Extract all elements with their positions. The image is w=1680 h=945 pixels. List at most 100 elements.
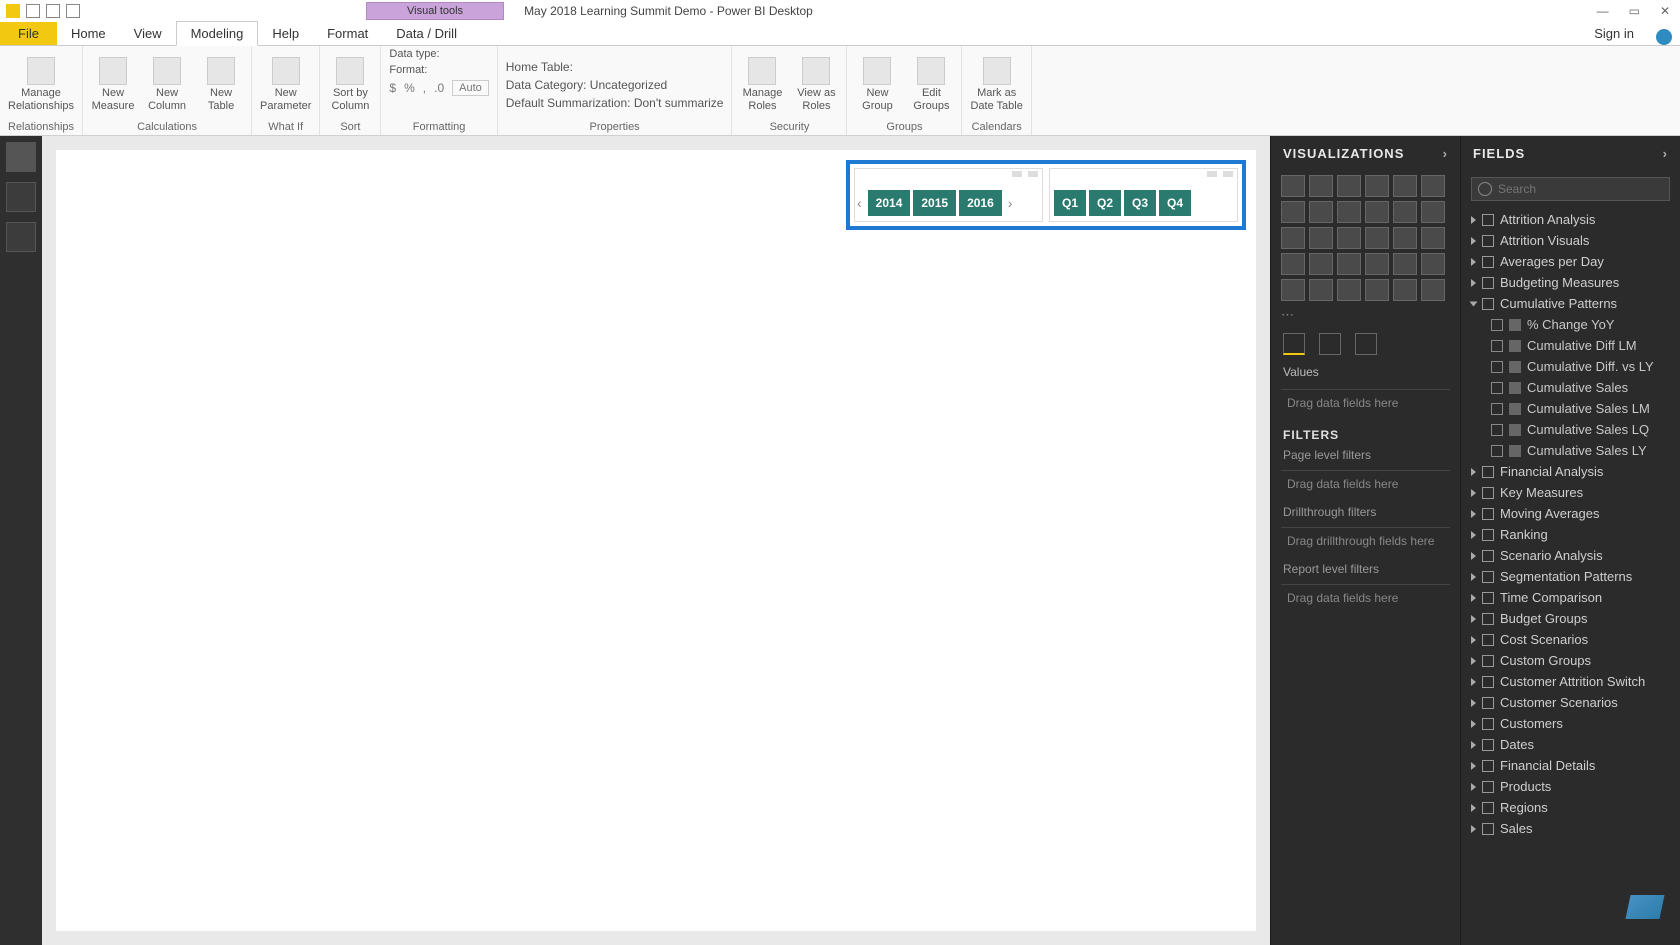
viz-type-button[interactable] bbox=[1281, 201, 1305, 223]
field-table-row[interactable]: Moving Averages bbox=[1461, 503, 1680, 524]
tab-format[interactable]: Format bbox=[313, 22, 382, 45]
field-row[interactable]: Cumulative Diff LM bbox=[1461, 335, 1680, 356]
comma-button[interactable]: , bbox=[423, 81, 426, 95]
field-checkbox[interactable] bbox=[1491, 319, 1503, 331]
collapse-icon[interactable]: › bbox=[1663, 146, 1668, 161]
field-row[interactable]: % Change YoY bbox=[1461, 314, 1680, 335]
viz-type-button[interactable] bbox=[1281, 279, 1305, 301]
field-table-row[interactable]: Budget Groups bbox=[1461, 608, 1680, 629]
viz-type-button[interactable] bbox=[1337, 201, 1361, 223]
viz-type-button[interactable] bbox=[1393, 201, 1417, 223]
year-slicer-item[interactable]: 2015 bbox=[913, 190, 956, 216]
quarter-slicer-item[interactable]: Q4 bbox=[1159, 190, 1191, 216]
percent-button[interactable]: % bbox=[404, 81, 415, 95]
field-table-row[interactable]: Customers bbox=[1461, 713, 1680, 734]
viz-type-button[interactable] bbox=[1421, 227, 1445, 249]
viz-type-button[interactable] bbox=[1309, 279, 1333, 301]
field-checkbox[interactable] bbox=[1491, 424, 1503, 436]
field-table-row[interactable]: Cumulative Patterns bbox=[1461, 293, 1680, 314]
data-category-dropdown[interactable]: Data Category: Uncategorized bbox=[506, 78, 724, 92]
decimal-auto-button[interactable]: Auto bbox=[452, 80, 489, 96]
more-options-icon[interactable] bbox=[1028, 171, 1038, 177]
field-checkbox[interactable] bbox=[1491, 445, 1503, 457]
new-table-button[interactable]: New Table bbox=[199, 57, 243, 111]
selected-visual-group[interactable]: ‹ 201420152016 › Q1Q2Q3Q4 bbox=[846, 160, 1246, 230]
field-row[interactable]: Cumulative Sales bbox=[1461, 377, 1680, 398]
viz-type-button[interactable] bbox=[1337, 227, 1361, 249]
viz-type-button[interactable] bbox=[1309, 175, 1333, 197]
field-table-row[interactable]: Customer Scenarios bbox=[1461, 692, 1680, 713]
decimal-decrease-icon[interactable]: .0 bbox=[434, 81, 444, 95]
view-as-roles-button[interactable]: View as Roles bbox=[794, 57, 838, 111]
minimize-icon[interactable]: — bbox=[1597, 4, 1609, 18]
redo-icon[interactable] bbox=[66, 4, 80, 18]
field-checkbox[interactable] bbox=[1491, 403, 1503, 415]
format-dropdown[interactable]: Format: bbox=[389, 64, 427, 76]
default-summarization-dropdown[interactable]: Default Summarization: Don't summarize bbox=[506, 96, 724, 110]
viz-type-button[interactable] bbox=[1421, 253, 1445, 275]
viz-type-button[interactable] bbox=[1393, 227, 1417, 249]
viz-type-button[interactable] bbox=[1393, 279, 1417, 301]
viz-type-button[interactable] bbox=[1281, 227, 1305, 249]
home-table-dropdown[interactable]: Home Table: bbox=[506, 60, 724, 74]
tab-file[interactable]: File bbox=[0, 22, 57, 45]
field-table-row[interactable]: Time Comparison bbox=[1461, 587, 1680, 608]
viz-type-button[interactable] bbox=[1337, 253, 1361, 275]
viz-type-button[interactable] bbox=[1365, 227, 1389, 249]
analytics-tab[interactable] bbox=[1355, 333, 1377, 355]
viz-type-button[interactable] bbox=[1309, 253, 1333, 275]
save-icon[interactable] bbox=[26, 4, 40, 18]
field-table-row[interactable]: Ranking bbox=[1461, 524, 1680, 545]
field-table-row[interactable]: Products bbox=[1461, 776, 1680, 797]
field-table-row[interactable]: Sales bbox=[1461, 818, 1680, 839]
field-row[interactable]: Cumulative Sales LQ bbox=[1461, 419, 1680, 440]
viz-type-button[interactable] bbox=[1309, 227, 1333, 249]
viz-type-button[interactable] bbox=[1393, 175, 1417, 197]
tab-modeling[interactable]: Modeling bbox=[176, 21, 259, 46]
field-row[interactable]: Cumulative Sales LM bbox=[1461, 398, 1680, 419]
viz-type-button[interactable] bbox=[1309, 201, 1333, 223]
field-table-row[interactable]: Key Measures bbox=[1461, 482, 1680, 503]
viz-type-button[interactable] bbox=[1393, 253, 1417, 275]
report-filters-dropzone[interactable]: Drag data fields here bbox=[1281, 584, 1450, 611]
slicer-next-icon[interactable]: › bbox=[1006, 195, 1015, 211]
field-table-row[interactable]: Regions bbox=[1461, 797, 1680, 818]
field-table-row[interactable]: Customer Attrition Switch bbox=[1461, 671, 1680, 692]
values-dropzone[interactable]: Drag data fields here bbox=[1281, 389, 1450, 416]
viz-type-button[interactable] bbox=[1421, 279, 1445, 301]
viz-type-button[interactable] bbox=[1281, 175, 1305, 197]
viz-type-button[interactable] bbox=[1365, 175, 1389, 197]
fields-search[interactable] bbox=[1471, 177, 1670, 201]
tab-view[interactable]: View bbox=[120, 22, 176, 45]
tab-data-drill[interactable]: Data / Drill bbox=[382, 22, 471, 45]
currency-button[interactable]: $ bbox=[389, 81, 396, 95]
field-row[interactable]: Cumulative Diff. vs LY bbox=[1461, 356, 1680, 377]
sort-by-column-button[interactable]: Sort by Column bbox=[328, 57, 372, 111]
viz-type-button[interactable] bbox=[1337, 279, 1361, 301]
year-slicer[interactable]: ‹ 201420152016 › bbox=[854, 168, 1043, 222]
focus-mode-icon[interactable] bbox=[1012, 171, 1022, 177]
field-table-row[interactable]: Budgeting Measures bbox=[1461, 272, 1680, 293]
quarter-slicer-item[interactable]: Q1 bbox=[1054, 190, 1086, 216]
focus-mode-icon[interactable] bbox=[1207, 171, 1217, 177]
manage-roles-button[interactable]: Manage Roles bbox=[740, 57, 784, 111]
field-table-row[interactable]: Financial Analysis bbox=[1461, 461, 1680, 482]
year-slicer-item[interactable]: 2016 bbox=[959, 190, 1002, 216]
field-table-row[interactable]: Scenario Analysis bbox=[1461, 545, 1680, 566]
new-measure-button[interactable]: New Measure bbox=[91, 57, 135, 111]
maximize-icon[interactable]: ▭ bbox=[1629, 4, 1640, 18]
field-table-row[interactable]: Averages per Day bbox=[1461, 251, 1680, 272]
data-view-button[interactable] bbox=[6, 182, 36, 212]
new-group-button[interactable]: New Group bbox=[855, 57, 899, 111]
report-view-button[interactable] bbox=[6, 142, 36, 172]
model-view-button[interactable] bbox=[6, 222, 36, 252]
data-type-dropdown[interactable]: Data type: bbox=[389, 48, 439, 60]
tab-help[interactable]: Help bbox=[258, 22, 313, 45]
field-checkbox[interactable] bbox=[1491, 361, 1503, 373]
field-table-row[interactable]: Custom Groups bbox=[1461, 650, 1680, 671]
more-visuals-icon[interactable]: ⋯ bbox=[1271, 305, 1460, 325]
quarter-slicer-item[interactable]: Q2 bbox=[1089, 190, 1121, 216]
manage-relationships-button[interactable]: Manage Relationships bbox=[8, 57, 74, 111]
fields-well-tab[interactable] bbox=[1283, 333, 1305, 355]
page-filters-dropzone[interactable]: Drag data fields here bbox=[1281, 470, 1450, 497]
